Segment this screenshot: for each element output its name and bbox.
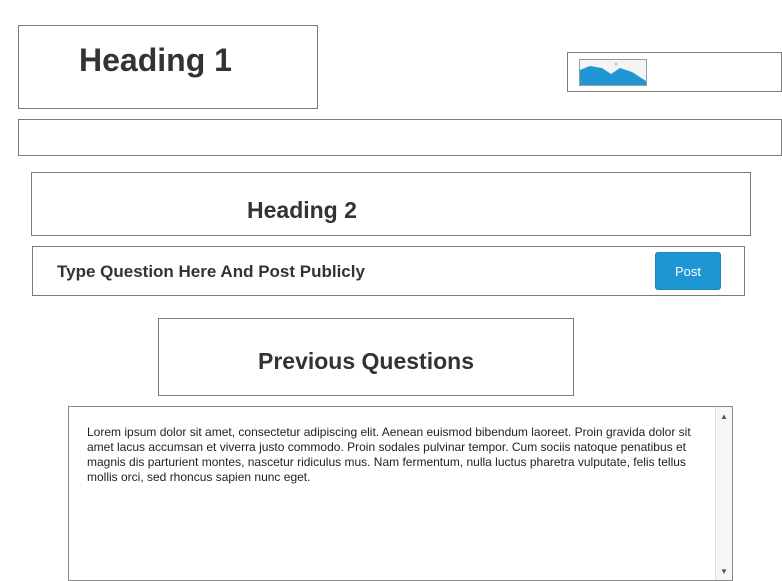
image-icon: [579, 59, 647, 86]
banner-bar: [18, 119, 782, 156]
heading1-container: Heading 1: [18, 25, 318, 109]
heading2: Heading 2: [247, 197, 357, 223]
scroll-up-arrow-icon[interactable]: ▲: [716, 409, 732, 423]
heading1: Heading 1: [79, 42, 232, 78]
previous-questions-text: Lorem ipsum dolor sit amet, consectetur …: [87, 425, 691, 484]
previous-questions-textarea[interactable]: Lorem ipsum dolor sit amet, consectetur …: [68, 406, 733, 581]
post-button[interactable]: Post: [655, 252, 721, 290]
question-prompt: Type Question Here And Post Publicly: [57, 262, 365, 281]
question-input[interactable]: Type Question Here And Post Publicly Pos…: [32, 246, 745, 296]
image-container: [567, 52, 782, 92]
previous-questions-title: Previous Questions: [257, 348, 474, 374]
image-placeholder-graphic: [580, 62, 646, 85]
vertical-scrollbar[interactable]: ▲ ▼: [715, 407, 732, 580]
heading2-container: Heading 2: [31, 172, 751, 236]
scroll-down-arrow-icon[interactable]: ▼: [716, 564, 732, 578]
previous-questions-header: Previous Questions: [158, 318, 574, 396]
